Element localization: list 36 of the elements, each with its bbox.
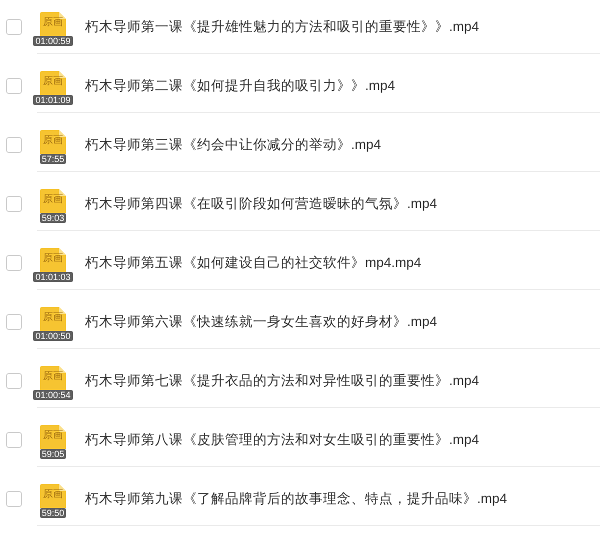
- checkbox[interactable]: [6, 314, 22, 330]
- checkbox[interactable]: [6, 491, 22, 507]
- checkbox[interactable]: [6, 255, 22, 271]
- checkbox[interactable]: [6, 78, 22, 94]
- file-name[interactable]: 朽木导师第六课《快速练就一身女生喜欢的好身材》.mp4: [85, 313, 438, 331]
- duration-badge: 01:00:50: [33, 331, 73, 341]
- quality-label: 原画: [42, 312, 64, 324]
- duration-badge: 59:05: [40, 449, 66, 459]
- file-name[interactable]: 朽木导师第八课《皮肤管理的方法和对女生吸引的重要性》.mp4: [85, 431, 480, 449]
- duration-badge: 01:00:59: [33, 36, 73, 46]
- file-name[interactable]: 朽木导师第三课《约会中让你减分的举动》.mp4: [85, 136, 382, 154]
- quality-label: 原画: [42, 371, 64, 383]
- duration-badge: 59:50: [40, 508, 66, 518]
- duration-badge: 01:01:09: [33, 95, 73, 105]
- quality-label: 原画: [42, 135, 64, 147]
- file-name[interactable]: 朽木导师第五课《如何建设自己的社交软件》mp4.mp4: [85, 254, 422, 272]
- duration-badge: 57:55: [40, 154, 66, 164]
- quality-label: 原画: [42, 17, 64, 29]
- checkbox[interactable]: [6, 196, 22, 212]
- duration-badge: 01:01:03: [33, 272, 73, 282]
- duration-badge: 01:00:54: [33, 390, 73, 400]
- checkbox[interactable]: [6, 432, 22, 448]
- file-name[interactable]: 朽木导师第九课《了解品牌背后的故事理念、特点，提升品味》.mp4: [85, 490, 508, 508]
- quality-label: 原画: [42, 489, 64, 501]
- file-name[interactable]: 朽木导师第一课《提升雄性魅力的方法和吸引的重要性》》.mp4: [85, 18, 480, 36]
- file-name[interactable]: 朽木导师第七课《提升衣品的方法和对异性吸引的重要性》.mp4: [85, 372, 480, 390]
- checkbox[interactable]: [6, 137, 22, 153]
- quality-label: 原画: [42, 76, 64, 88]
- checkbox[interactable]: [6, 373, 22, 389]
- file-name[interactable]: 朽木导师第二课《如何提升自我的吸引力》》.mp4: [85, 77, 396, 95]
- file-name[interactable]: 朽木导师第四课《在吸引阶段如何营造暧昧的气氛》.mp4: [85, 195, 438, 213]
- checkbox[interactable]: [6, 19, 22, 35]
- quality-label: 原画: [42, 253, 64, 265]
- duration-badge: 59:03: [40, 213, 66, 223]
- quality-label: 原画: [42, 430, 64, 442]
- quality-label: 原画: [42, 194, 64, 206]
